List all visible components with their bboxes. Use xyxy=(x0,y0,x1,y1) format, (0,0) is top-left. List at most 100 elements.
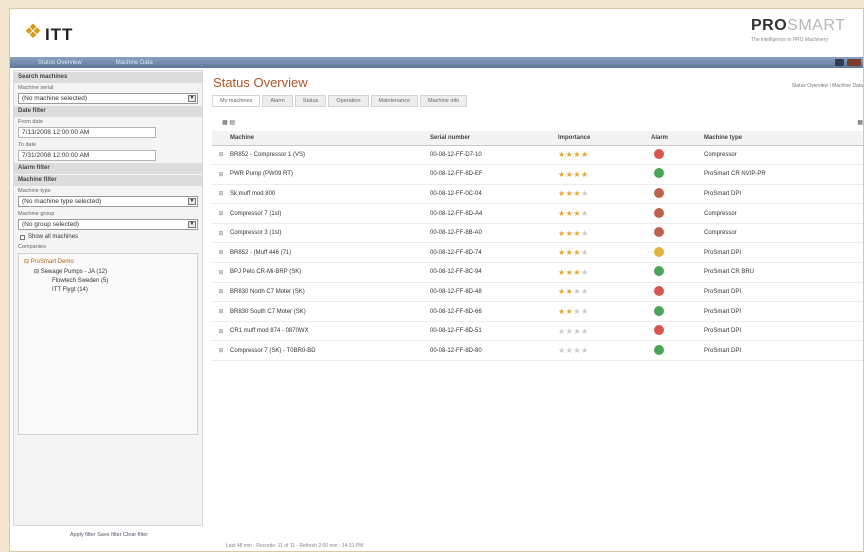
tab-status[interactable]: Status xyxy=(294,95,327,107)
col-serial[interactable]: Serial number xyxy=(430,131,558,146)
alarm-status-icon[interactable] xyxy=(654,344,664,355)
table-row[interactable]: ⊞ Compressor 7 (1st) 00-08-12-FF-8D-A4 ★★★★… xyxy=(212,203,863,224)
content-tabs: My machines Alarm Status Operation Maint… xyxy=(212,95,863,107)
row-expand-icon[interactable]: ⊞ xyxy=(212,223,230,244)
col-machine-type[interactable]: Machine type xyxy=(704,131,863,146)
row-expand-icon[interactable]: ⊞ xyxy=(212,184,230,205)
table-row[interactable]: ⊞ CR1 muff mod 874 - 0870WX 00-08-12-FF-8D… xyxy=(212,321,863,342)
alarm-status-icon[interactable] xyxy=(654,266,664,277)
table-row[interactable]: ⊞ Compressor 7 (SK) - T0BR0-BD 00-08-12-FF… xyxy=(212,340,863,362)
row-expand-icon[interactable]: ⊞ xyxy=(212,282,230,303)
cell-importance: ★★★★ xyxy=(558,164,651,185)
alarm-status-icon[interactable] xyxy=(654,325,664,336)
tab-machine-info[interactable]: Machine info xyxy=(420,95,468,107)
cell-machine-type: ProSmart DPI xyxy=(704,301,863,322)
alarm-status-icon[interactable] xyxy=(654,148,664,159)
app-frame: ❖ ITT PROSMART The intelligence in PRO M… xyxy=(9,8,864,552)
section-date-filter[interactable]: Date filter xyxy=(14,106,202,117)
alarm-status-icon[interactable] xyxy=(654,207,664,218)
alarm-status-icon[interactable] xyxy=(654,187,664,198)
machines-table: Machine Serial number Importance Alarm M… xyxy=(212,131,863,362)
row-expand-icon[interactable]: ⊞ xyxy=(212,301,230,322)
cell-importance: ★★★★ xyxy=(558,203,651,224)
alarm-status-icon[interactable] xyxy=(654,227,664,238)
cell-machine[interactable]: BPJ Pelo CR-Mi-BRP (SK) xyxy=(230,262,430,283)
table-row[interactable]: ⊞ Sk muff mod 800 00-08-12-FF-0C-04 ★★★★ Pro… xyxy=(212,184,863,205)
chevron-down-icon[interactable]: ▼ xyxy=(188,95,196,102)
nav-tab-status-overview[interactable]: Status Overview xyxy=(32,60,88,66)
cell-machine[interactable]: Compressor 7 (1st) xyxy=(230,203,430,224)
cell-machine[interactable]: Compressor 3 (1st) xyxy=(230,223,430,244)
table-row[interactable]: ⊞ BPJ Pelo CR-Mi-BRP (SK) 00-08-12-FF-8C-9… xyxy=(212,262,863,283)
tree-root[interactable]: ⊟ ProSmart Demo xyxy=(24,258,192,265)
col-machine[interactable]: Machine xyxy=(230,131,430,146)
section-search-machines[interactable]: Search machines xyxy=(14,72,202,83)
table-row[interactable]: ⊞ BR852 - (Muff 446 (71) 00-08-12-FF-8D-74… xyxy=(212,242,863,264)
itt-logo[interactable]: ❖ ITT xyxy=(24,19,73,45)
nav-tab-machine-data[interactable]: Machine Data xyxy=(110,60,159,66)
table-row[interactable]: ⊞ Compressor 3 (1st) 00-08-12-FF-8B-A0 ★★★★… xyxy=(212,223,863,244)
tab-maintenance[interactable]: Maintenance xyxy=(370,95,419,107)
alarm-status-icon[interactable] xyxy=(654,285,664,296)
nav-bar: Status Overview Machine Data xyxy=(10,57,863,68)
col-expand xyxy=(212,131,230,146)
col-alarm[interactable]: Alarm xyxy=(651,131,704,146)
cell-machine[interactable]: BR852 - Compressor 1 (VS) xyxy=(230,145,430,166)
cell-machine[interactable]: Compressor 7 (SK) - T0BR0-BD xyxy=(230,340,430,362)
cell-serial: 00-08-12-FF-D7-10 xyxy=(430,145,558,166)
cell-machine-type: Compressor xyxy=(704,145,863,166)
cell-machine[interactable]: BR830 North C7 Moter (SK) xyxy=(230,282,430,303)
cell-alarm xyxy=(651,321,704,342)
checkbox-icon[interactable] xyxy=(20,234,25,240)
alarm-status-icon[interactable] xyxy=(654,246,664,257)
row-expand-icon[interactable]: ⊞ xyxy=(212,203,230,224)
tab-alarm[interactable]: Alarm xyxy=(262,95,293,107)
cell-alarm xyxy=(651,145,704,166)
cell-machine[interactable]: CR1 muff mod 874 - 0870WX xyxy=(230,321,430,342)
print-icon[interactable]: ▤ xyxy=(229,120,235,126)
table-row[interactable]: ⊞ BR830 South C7 Moter (SK) 00-08-12-FF-8D… xyxy=(212,301,863,322)
home-icon[interactable] xyxy=(835,59,844,66)
cell-machine[interactable]: PWR Pump (PW09 RT) xyxy=(230,164,430,185)
machine-group-select[interactable]: (No group selected) ▼ xyxy=(18,219,198,230)
col-importance[interactable]: Importance xyxy=(558,131,651,146)
cell-machine[interactable]: BR852 - (Muff 446 (71) xyxy=(230,242,430,264)
cell-machine[interactable]: Sk muff mod 800 xyxy=(230,184,430,205)
row-expand-icon[interactable]: ⊞ xyxy=(212,164,230,185)
nav-icons xyxy=(835,59,861,66)
settings-icon[interactable]: ▦ xyxy=(857,119,863,126)
machine-type-select[interactable]: (No machine type selected) ▼ xyxy=(18,196,198,207)
logout-icon[interactable] xyxy=(847,59,861,66)
tab-my-machines[interactable]: My machines xyxy=(212,95,261,107)
section-machine-filter[interactable]: Machine filter xyxy=(14,175,202,186)
top-links[interactable]: Status Overview | Machine Data xyxy=(792,83,863,89)
row-expand-icon[interactable]: ⊞ xyxy=(212,145,230,166)
export-icon[interactable]: ▦ xyxy=(222,120,228,126)
row-expand-icon[interactable]: ⊞ xyxy=(212,262,230,283)
row-expand-icon[interactable]: ⊞ xyxy=(212,321,230,342)
status-footer: Last 48 min - Records: 11 of 11 - Refres… xyxy=(226,543,364,549)
tree-leaf[interactable]: Flowtech Sweden (5) xyxy=(24,278,192,284)
table-row[interactable]: ⊞ PWR Pump (PW09 RT) 00-08-12-FF-8D-EF ★★★★… xyxy=(212,164,863,185)
tree-child[interactable]: ⊟ Sewage Pumps - JA (12) xyxy=(24,268,192,275)
row-expand-icon[interactable]: ⊞ xyxy=(212,242,230,264)
alarm-status-icon[interactable] xyxy=(654,168,664,179)
show-all-checkbox[interactable]: Show all machines xyxy=(14,232,202,242)
cell-machine[interactable]: BR830 South C7 Moter (SK) xyxy=(230,301,430,322)
tab-operation[interactable]: Operation xyxy=(328,95,369,107)
filter-actions[interactable]: Apply filter Save filter Clear filter xyxy=(14,532,204,538)
table-row[interactable]: ⊞ BR830 North C7 Moter (SK) 00-08-12-FF-8D… xyxy=(212,282,863,303)
to-date-input[interactable]: 7/31/2008 12:00:00 AM xyxy=(18,150,156,161)
cell-importance: ★★★★ xyxy=(558,184,651,205)
brand-tagline: The intelligence in PRO Machinery xyxy=(751,37,828,43)
cell-machine-type: ProSmart DPI xyxy=(704,184,863,205)
row-expand-icon[interactable]: ⊞ xyxy=(212,340,230,362)
section-alarm-filter[interactable]: Alarm filter xyxy=(14,163,202,174)
chevron-down-icon[interactable]: ▼ xyxy=(188,221,196,228)
alarm-status-icon[interactable] xyxy=(654,305,664,316)
chevron-down-icon[interactable]: ▼ xyxy=(188,198,196,205)
table-row[interactable]: ⊞ BR852 - Compressor 1 (VS) 00-08-12-FF-D7… xyxy=(212,145,863,166)
machine-serial-select[interactable]: (No machine selected) ▼ xyxy=(18,93,198,104)
from-date-input[interactable]: 7/13/2008 12:00:00 AM xyxy=(18,127,156,138)
tree-leaf[interactable]: ITT Flygt (14) xyxy=(24,287,192,293)
